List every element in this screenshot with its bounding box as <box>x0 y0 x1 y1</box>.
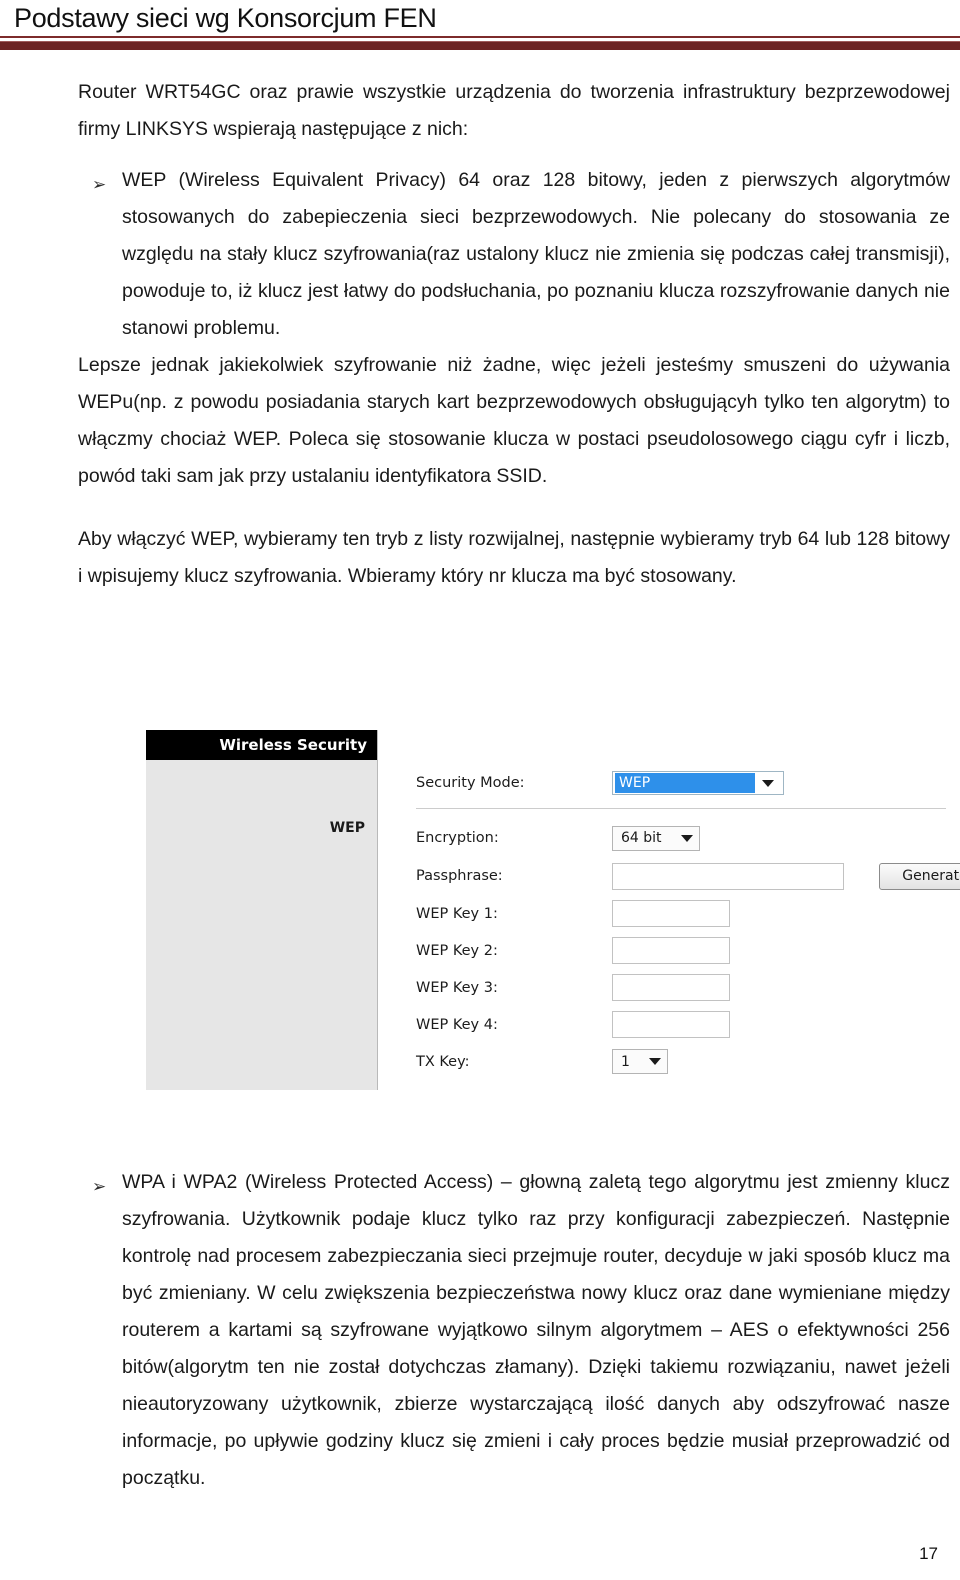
row-wep-key-2: WEP Key 2: <box>416 932 946 969</box>
encryption-select[interactable]: 64 bit <box>612 825 700 851</box>
security-mode-value: WEP <box>615 773 755 793</box>
bullet-item-wpa: ➢ WPA i WPA2 (Wireless Protected Access)… <box>78 1164 950 1497</box>
bullet-text-wpa: WPA i WPA2 (Wireless Protected Access) –… <box>122 1171 950 1489</box>
page-header: Podstawy sieci wg Konsorcjum FEN <box>0 0 960 50</box>
wep-key-1-control <box>612 900 730 927</box>
paragraph-how-to-enable: Aby włączyć WEP, wybieramy ten tryb z li… <box>78 528 950 587</box>
wep-key-3-label: WEP Key 3: <box>416 979 498 996</box>
router-panel-title: Wireless Security <box>146 730 377 760</box>
passphrase-input[interactable] <box>612 862 844 890</box>
bullet-item-wep: ➢ WEP (Wireless Equivalent Privacy) 64 o… <box>78 162 950 347</box>
encryption-control: 64 bit <box>612 825 700 851</box>
document-body: Router WRT54GC oraz prawie wszystkie urz… <box>78 74 950 595</box>
row-wep-key-4: WEP Key 4: <box>416 1006 946 1043</box>
wep-key-4-label: WEP Key 4: <box>416 1016 498 1033</box>
wep-key-3-control <box>612 974 730 1001</box>
wep-key-1-label: WEP Key 1: <box>416 905 498 922</box>
router-security-form: Security Mode: WEP Encryption: 64 bit Pa… <box>416 764 960 1080</box>
router-sidebar-mode-label: WEP <box>329 820 365 836</box>
wep-key-1-input[interactable] <box>612 900 730 927</box>
wep-key-3-input[interactable] <box>612 974 730 1001</box>
encryption-label: Encryption: <box>416 830 499 846</box>
arrow-bullet-icon: ➢ <box>92 1177 107 1196</box>
row-passphrase: Passphrase: Generate <box>416 857 960 895</box>
paragraph-wep-continued: Lepsze jednak jakiekolwiek szyfrowanie n… <box>78 354 950 487</box>
row-security-mode: Security Mode: WEP <box>416 764 946 802</box>
router-sidebar: Wireless Security WEP <box>146 730 378 1090</box>
tx-key-value: 1 <box>621 1053 630 1070</box>
header-divider <box>0 36 960 50</box>
encryption-value: 64 bit <box>621 830 662 846</box>
wep-key-4-input[interactable] <box>612 1011 730 1038</box>
page-title: Podstawy sieci wg Konsorcjum FEN <box>14 3 437 33</box>
wep-key-2-control <box>612 937 730 964</box>
intro-paragraph: Router WRT54GC oraz prawie wszystkie urz… <box>78 81 950 140</box>
row-encryption: Encryption: 64 bit <box>416 819 946 857</box>
chevron-down-icon <box>762 779 774 787</box>
wep-key-2-input[interactable] <box>612 937 730 964</box>
row-wep-key-1: WEP Key 1: <box>416 895 946 932</box>
bullet-text-wep: WEP (Wireless Equivalent Privacy) 64 ora… <box>122 169 950 339</box>
tx-key-control: 1 <box>612 1049 668 1074</box>
page-number: 17 <box>919 1544 938 1563</box>
wep-key-2-label: WEP Key 2: <box>416 942 498 959</box>
row-wep-key-3: WEP Key 3: <box>416 969 946 1006</box>
row-tx-key: TX Key: 1 <box>416 1043 946 1080</box>
passphrase-label: Passphrase: <box>416 868 503 884</box>
security-mode-control: WEP <box>612 771 784 795</box>
chevron-down-icon <box>681 834 693 842</box>
tx-key-select[interactable]: 1 <box>612 1049 668 1074</box>
arrow-bullet-icon: ➢ <box>92 175 107 194</box>
tx-key-label: TX Key: <box>416 1053 470 1070</box>
passphrase-control: Generate <box>612 862 960 890</box>
security-mode-label: Security Mode: <box>416 775 525 791</box>
security-mode-select[interactable]: WEP <box>612 771 784 795</box>
router-wireless-security-screenshot: Wireless Security WEP Security Mode: WEP… <box>146 730 960 1090</box>
header-rule-thick <box>0 41 960 50</box>
chevron-down-icon <box>649 1058 661 1065</box>
form-divider <box>416 808 946 809</box>
document-body-lower: ➢ WPA i WPA2 (Wireless Protected Access)… <box>78 1164 950 1497</box>
wep-key-4-control <box>612 1011 730 1038</box>
generate-button[interactable]: Generate <box>879 862 960 890</box>
